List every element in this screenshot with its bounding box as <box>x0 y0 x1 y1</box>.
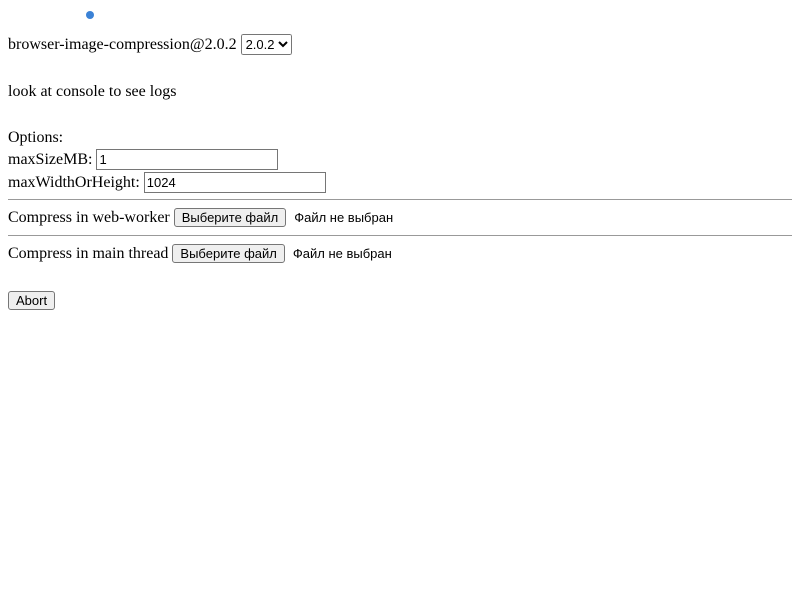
maxsize-label: maxSizeMB: <box>8 151 92 168</box>
abort-button[interactable]: Abort <box>8 291 55 310</box>
options-section: Options: maxSizeMB: maxWidthOrHeight: <box>8 129 792 193</box>
file-choose-button-mainthread[interactable]: Выберите файл <box>172 244 284 263</box>
compress-mainthread-label: Compress in main thread <box>8 245 168 262</box>
maxwidth-input[interactable] <box>144 172 326 193</box>
file-status-webworker: Файл не выбран <box>294 210 393 225</box>
compress-webworker-label: Compress in web-worker <box>8 209 170 226</box>
blue-dot-indicator <box>86 11 94 19</box>
log-hint: look at console to see logs <box>8 83 792 101</box>
divider <box>8 235 792 236</box>
field-row-maxwidth: maxWidthOrHeight: <box>8 172 792 193</box>
file-choose-button-webworker[interactable]: Выберите файл <box>174 208 286 227</box>
abort-row: Abort <box>8 291 792 310</box>
page-title: browser-image-compression@2.0.2 <box>8 36 237 53</box>
field-row-maxsize: maxSizeMB: <box>8 149 792 170</box>
file-status-mainthread: Файл не выбран <box>293 246 392 261</box>
maxwidth-label: maxWidthOrHeight: <box>8 174 140 191</box>
compress-webworker-row: Compress in web-worker Выберите файл Фай… <box>8 208 792 227</box>
divider <box>8 199 792 200</box>
title-row: browser-image-compression@2.0.2 2.0.2 <box>8 34 792 55</box>
compress-mainthread-row: Compress in main thread Выберите файл Фа… <box>8 244 792 263</box>
version-select[interactable]: 2.0.2 <box>241 34 292 55</box>
options-label: Options: <box>8 129 792 147</box>
maxsize-input[interactable] <box>96 149 278 170</box>
